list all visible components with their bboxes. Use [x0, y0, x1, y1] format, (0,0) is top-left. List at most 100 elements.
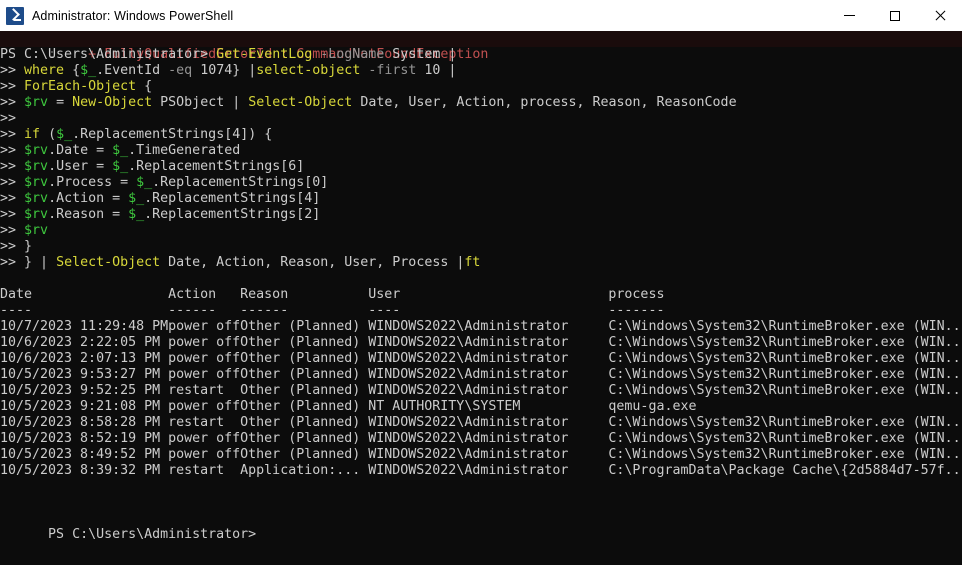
line-prefix: >>: [0, 207, 25, 222]
code-segment: (: [48, 127, 57, 142]
minimize-button[interactable]: [827, 0, 872, 31]
code-segment: -LogName: [320, 47, 385, 62]
code-segment: .Process =: [48, 175, 137, 190]
command-line: >> if ($_.ReplacementStrings[4]) {: [0, 127, 962, 143]
line-prefix: >>: [0, 143, 25, 158]
table-row: 10/5/2023 9:52:25 PM restart Other (Plan…: [0, 383, 962, 398]
code-segment: .User =: [48, 159, 113, 174]
code-segment: Select-Object: [248, 95, 353, 110]
code-segment: |: [448, 47, 457, 62]
code-segment: .Action =: [48, 191, 129, 206]
code-segment: $rv: [24, 95, 49, 110]
code-segment: $_: [80, 63, 97, 78]
command-line: >> $rv.Action = $_.ReplacementStrings[4]: [0, 191, 962, 207]
maximize-button[interactable]: [872, 0, 917, 31]
command-line: >>: [0, 111, 962, 127]
command-line: >> } | Select-Object Date, Action, Reaso…: [0, 255, 962, 271]
code-segment: $rv: [24, 159, 49, 174]
code-segment: .ReplacementStrings[2]: [144, 207, 321, 222]
table-row: 10/5/2023 8:52:19 PM power offOther (Pla…: [0, 431, 962, 446]
prompt-underscore-shape: [14, 18, 21, 21]
code-segment: -eq: [168, 63, 193, 78]
table-header-row: Date Action Reason User process: [0, 287, 665, 302]
command-line: >> $rv.User = $_.ReplacementStrings[6]: [0, 159, 962, 175]
code-segment: where: [24, 63, 73, 78]
line-prefix: >>: [0, 111, 17, 126]
spacer-line-2: [0, 479, 962, 495]
code-segment: .ReplacementStrings[4]: [144, 191, 321, 206]
spacer-line-3: [0, 495, 962, 511]
code-segment: $rv: [24, 223, 49, 238]
command-line: >> $rv = New-Object PSObject | Select-Ob…: [0, 95, 962, 111]
code-segment: .EventId: [96, 63, 169, 78]
title-bar-left: Administrator: Windows PowerShell: [0, 6, 827, 25]
command-line: >> $rv.Date = $_.TimeGenerated: [0, 143, 962, 159]
window-title: Administrator: Windows PowerShell: [32, 8, 234, 23]
line-prefix: >>: [0, 175, 25, 190]
code-segment: Select-Object: [56, 255, 161, 270]
code-segment: -first: [368, 63, 417, 78]
table-header-underline: ---- ------ ------ ---- -------: [0, 303, 665, 318]
command-line: >> $rv.Process = $_.ReplacementStrings[0…: [0, 175, 962, 191]
final-prompt-text: PS C:\Users\Administrator>: [48, 527, 257, 542]
powershell-icon: [6, 6, 24, 25]
code-segment: ft: [464, 255, 481, 270]
line-prefix: >>: [0, 79, 25, 94]
powershell-window: Administrator: Windows PowerShell : + Fu…: [0, 0, 962, 565]
line-prefix: >>: [0, 63, 25, 78]
code-segment: 1074} |: [192, 63, 257, 78]
code-segment: {: [72, 63, 81, 78]
command-line: >> ForEach-Object {: [0, 79, 962, 95]
line-prefix: >>: [0, 95, 25, 110]
code-segment: } |: [24, 255, 57, 270]
table-row: 10/5/2023 9:21:08 PM power offOther (Pla…: [0, 399, 697, 414]
code-segment: if: [24, 127, 49, 142]
code-segment: $_: [128, 191, 145, 206]
command-line: >> $rv.Reason = $_.ReplacementStrings[2]: [0, 207, 962, 223]
code-segment: ForEach-Object: [24, 79, 137, 94]
code-segment: {: [136, 79, 153, 94]
code-segment: }: [24, 239, 33, 254]
code-segment: select-object: [256, 63, 361, 78]
code-segment: .ReplacementStrings[4]) {: [72, 127, 273, 142]
code-segment: 10 |: [416, 63, 457, 78]
command-line: >> }: [0, 239, 962, 255]
code-segment: .TimeGenerated: [128, 143, 241, 158]
command-block: PS C:\Users\Administrator> Get-EventLog …: [0, 47, 962, 271]
window-controls: [827, 0, 962, 31]
error-tail-line: : + FullyQualifiedErrorId : CommandNotFo…: [0, 31, 962, 62]
line-prefix: >>: [0, 239, 25, 254]
maximize-icon: [889, 10, 900, 21]
table-row: 10/5/2023 8:58:28 PM restart Other (Plan…: [0, 415, 962, 430]
code-segment: $rv: [24, 191, 49, 206]
code-segment: .ReplacementStrings[0]: [152, 175, 329, 190]
code-segment: New-Object: [72, 95, 153, 110]
code-segment: $_: [56, 127, 73, 142]
table-row: 10/5/2023 8:39:32 PM restart Application…: [0, 463, 962, 478]
code-segment: $_: [128, 207, 145, 222]
code-segment: System: [384, 47, 449, 62]
console-output[interactable]: : + FullyQualifiedErrorId : CommandNotFo…: [0, 31, 962, 565]
line-prefix: >>: [0, 159, 25, 174]
line-prefix: >>: [0, 127, 25, 142]
code-segment: PSObject |: [152, 95, 249, 110]
code-segment: .Reason =: [48, 207, 129, 222]
command-line: >> $rv: [0, 223, 962, 239]
close-button[interactable]: [917, 0, 962, 31]
text-cursor: [256, 528, 264, 542]
line-prefix: >>: [0, 223, 25, 238]
table-row: 10/5/2023 9:53:27 PM power offOther (Pla…: [0, 367, 962, 382]
code-segment: $rv: [24, 175, 49, 190]
line-prefix: >>: [0, 255, 25, 270]
results-table: Date Action Reason User process ---- ----…: [0, 287, 962, 479]
final-prompt-line[interactable]: PS C:\Users\Administrator>: [0, 511, 962, 542]
code-segment: =: [48, 95, 73, 110]
code-segment: Date, Action, Reason, User, Process |: [160, 255, 465, 270]
line-prefix: PS C:\Users\Administrator>: [0, 47, 217, 62]
command-line: >> where {$_.EventId -eq 1074} |select-o…: [0, 63, 962, 79]
code-segment: .Date =: [48, 143, 113, 158]
code-segment: $_: [112, 159, 129, 174]
title-bar[interactable]: Administrator: Windows PowerShell: [0, 0, 962, 31]
close-icon: [934, 10, 946, 22]
